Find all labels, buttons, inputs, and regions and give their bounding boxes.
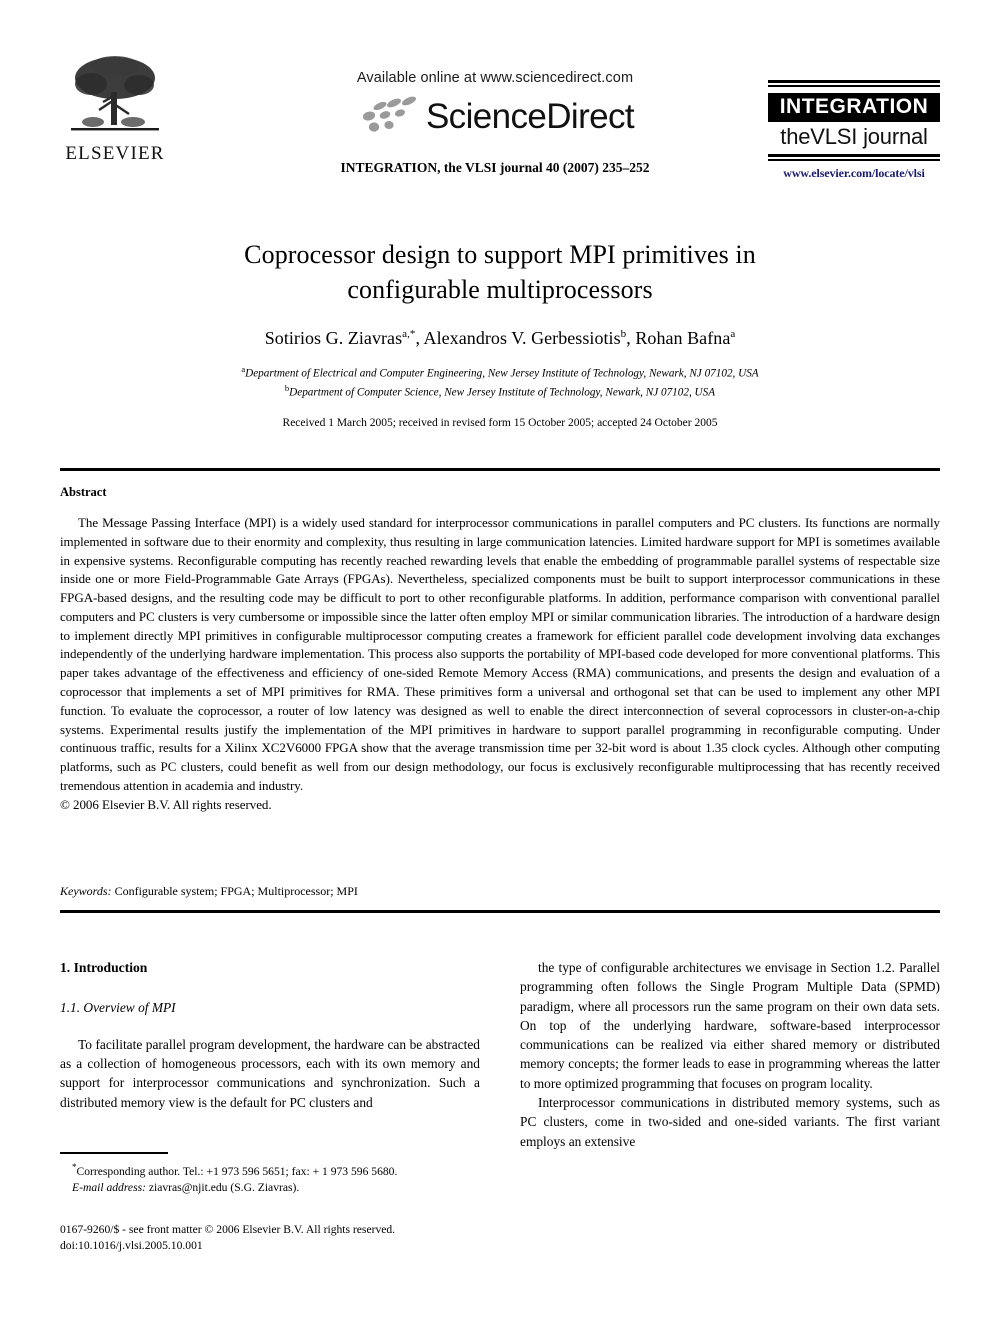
keywords-line: Keywords: Configurable system; FPGA; Mul… xyxy=(60,884,940,899)
page-title: Coprocessor design to support MPI primit… xyxy=(60,238,940,308)
received-dates: Received 1 March 2005; received in revis… xyxy=(282,416,718,429)
sciencedirect-swoosh-icon xyxy=(362,96,416,132)
affiliation-b-text: Department of Computer Science, New Jers… xyxy=(289,386,716,399)
paragraph: Interprocessor communications in distrib… xyxy=(520,1095,940,1149)
author-2-name: , Alexandros V. Gerbessiotis xyxy=(415,327,621,348)
page-footer: 0167-9260/$ - see front matter © 2006 El… xyxy=(60,1222,520,1255)
paragraph: To facilitate parallel program developme… xyxy=(60,1036,480,1110)
footnote-email-label: E-mail address: xyxy=(72,1180,146,1194)
abstract-section: Abstract The Message Passing Interface (… xyxy=(60,485,940,815)
body-column-right: the type of configurable architectures w… xyxy=(520,958,940,1151)
affiliation-a-text: Department of Electrical and Computer En… xyxy=(245,367,759,380)
abstract-body: The Message Passing Interface (MPI) is a… xyxy=(60,515,940,793)
abstract-heading: Abstract xyxy=(60,485,107,499)
sciencedirect-block: Available online at www.sciencedirect.co… xyxy=(240,70,750,176)
affiliation-a: aDepartment of Electrical and Computer E… xyxy=(60,363,940,382)
paragraph: the type of configurable architectures w… xyxy=(520,960,940,1091)
masthead: ELSEVIER Available online at www.science… xyxy=(60,52,940,207)
journal-url-link[interactable]: www.elsevier.com/locate/vlsi xyxy=(768,166,940,181)
abstract-rule-top xyxy=(60,468,940,471)
elsevier-logo: ELSEVIER xyxy=(60,52,170,165)
logo-rule-top-thin xyxy=(768,85,940,87)
logo-rule-bottom-thin xyxy=(768,159,940,161)
sciencedirect-wordmark: ScienceDirect xyxy=(425,96,635,136)
footnote-email-value[interactable]: ziavras@njit.edu (S.G. Ziavras). xyxy=(146,1181,299,1194)
elsevier-wordmark: ELSEVIER xyxy=(65,143,165,164)
paper-page: ELSEVIER Available online at www.science… xyxy=(0,0,992,1323)
author-1-name: Sotirios G. Ziavras xyxy=(264,327,403,348)
affiliation-b: bDepartment of Computer Science, New Jer… xyxy=(60,382,940,401)
title-line-1: Coprocessor design to support MPI primit… xyxy=(244,240,756,269)
logo-rule-top-thick xyxy=(768,80,940,83)
journal-logo-title: INTEGRATION xyxy=(768,92,940,123)
journal-logo-subtitle: theVLSI journal xyxy=(780,124,928,150)
title-line-2: configurable multiprocessors xyxy=(347,274,653,304)
journal-citation: INTEGRATION, the VLSI journal 40 (2007) … xyxy=(340,160,650,175)
subsection-heading-overview: 1.1. Overview of MPI xyxy=(60,999,176,1015)
journal-logo: INTEGRATION theVLSI journal www.elsevier… xyxy=(768,80,940,181)
keywords-value: Configurable system; FPGA; Multiprocesso… xyxy=(111,884,358,898)
author-3-name: , Rohan Bafna xyxy=(626,327,731,348)
author-1-sup: a,* xyxy=(402,327,416,340)
available-online-text: Available online at www.sciencedirect.co… xyxy=(356,70,634,86)
author-list: Sotirios G. Ziavrasa,*, Alexandros V. Ge… xyxy=(60,328,940,349)
keywords-label: Keywords: xyxy=(60,884,112,898)
doi-line[interactable]: doi:10.1016/j.vlsi.2005.10.001 xyxy=(60,1238,520,1254)
abstract-rule-bottom xyxy=(60,910,940,913)
author-3-sup: a xyxy=(730,327,736,340)
elsevier-tree-icon xyxy=(71,56,159,131)
logo-rule-bottom-thick xyxy=(768,154,940,158)
title-block: Coprocessor design to support MPI primit… xyxy=(60,238,940,429)
affiliations: aDepartment of Electrical and Computer E… xyxy=(60,363,940,401)
sciencedirect-logo: ScienceDirect xyxy=(240,94,750,138)
footnote-corresponding-author: *Corresponding author. Tel.: +1 973 596 … xyxy=(60,1161,480,1180)
abstract-copyright: © 2006 Elsevier B.V. All rights reserved… xyxy=(60,796,272,812)
footnote-block: *Corresponding author. Tel.: +1 973 596 … xyxy=(60,1152,480,1196)
section-heading-introduction: 1. Introduction xyxy=(60,960,148,975)
footnote-email: E-mail address: ziavras@njit.edu (S.G. Z… xyxy=(60,1180,480,1196)
footnote-rule xyxy=(60,1152,168,1154)
body-column-left: 1. Introduction 1.1. Overview of MPI To … xyxy=(60,958,480,1112)
footnote-corresponding-text: Corresponding author. Tel.: +1 973 596 5… xyxy=(76,1164,398,1178)
issn-line: 0167-9260/$ - see front matter © 2006 El… xyxy=(60,1223,396,1236)
